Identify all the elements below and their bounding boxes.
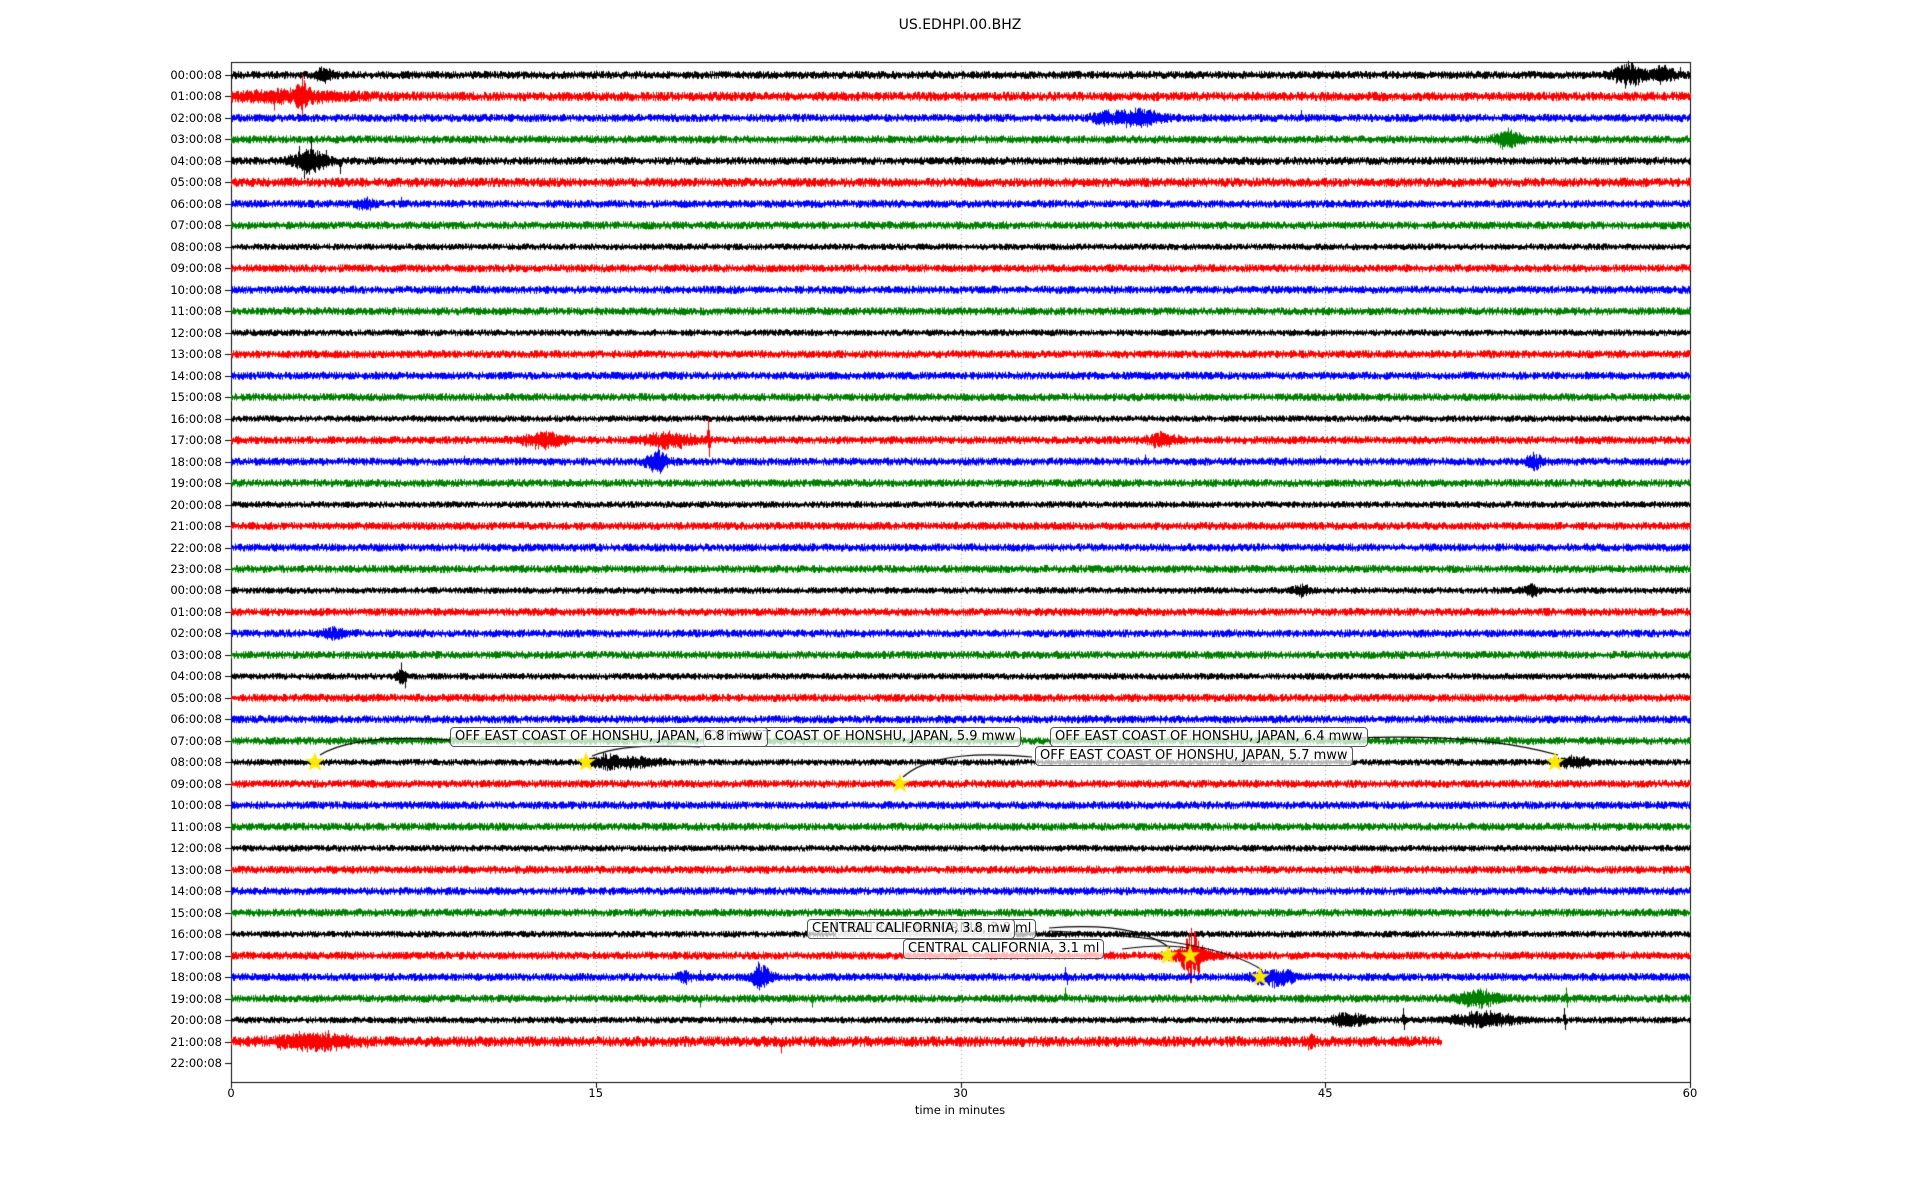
y-tick-label: 08:00:08 — [170, 239, 222, 254]
y-tick-label: 18:00:08 — [170, 454, 222, 469]
y-tick-label: 02:00:08 — [170, 626, 222, 641]
y-tick-label: 00:00:08 — [170, 583, 222, 598]
y-tick-label: 10:00:08 — [170, 798, 222, 813]
y-tick-label: 12:00:08 — [170, 325, 222, 340]
y-tick-label: 20:00:08 — [170, 1013, 222, 1028]
y-tick-label: 02:00:08 — [170, 110, 222, 125]
y-tick-label: 01:00:08 — [170, 604, 222, 619]
event-label: OFF EAST COAST OF HONSHU, JAPAN, 5.7 mww — [1035, 746, 1353, 766]
x-axis-label: time in minutes — [914, 1103, 1006, 1117]
x-tick-label: 15 — [588, 1086, 604, 1100]
y-tick-label: 06:00:08 — [170, 196, 222, 211]
y-tick-label: 13:00:08 — [170, 862, 222, 877]
y-tick-label: 00:00:08 — [170, 68, 222, 82]
y-tick-label: 22:00:08 — [170, 1055, 222, 1070]
y-tick-label: 15:00:08 — [170, 905, 222, 920]
figure: US.EDHPI.00.BHZ time in minutes 00:00:08… — [0, 0, 1920, 1200]
y-tick-label: 04:00:08 — [170, 669, 222, 684]
y-tick-label: 05:00:08 — [170, 175, 222, 190]
y-tick-label: 17:00:08 — [170, 433, 222, 448]
event-label: CENTRAL CALIFORNIA, 3.8 mw — [807, 919, 1016, 939]
y-tick-label: 12:00:08 — [170, 841, 222, 856]
y-tick-label: 19:00:08 — [170, 991, 222, 1006]
y-tick-label: 11:00:08 — [170, 819, 222, 834]
event-label: CENTRAL CALIFORNIA, 3.1 ml — [903, 939, 1105, 959]
chart-title: US.EDHPI.00.BHZ — [898, 17, 1022, 33]
x-tick-label: 0 — [227, 1086, 235, 1100]
y-tick-label: 19:00:08 — [170, 476, 222, 491]
x-tick-label: 45 — [1317, 1086, 1333, 1100]
y-tick-label: 03:00:08 — [170, 647, 222, 662]
seismogram-canvas — [0, 0, 1920, 1200]
y-tick-label: 09:00:08 — [170, 776, 222, 791]
y-tick-label: 05:00:08 — [170, 690, 222, 705]
y-tick-label: 13:00:08 — [170, 347, 222, 362]
event-label: OFF EAST COAST OF HONSHU, JAPAN, 6.8 mww — [450, 727, 768, 747]
y-tick-label: 01:00:08 — [170, 89, 222, 104]
y-tick-label: 08:00:08 — [170, 755, 222, 770]
y-tick-label: 03:00:08 — [170, 132, 222, 147]
y-tick-label: 21:00:08 — [170, 1034, 222, 1049]
y-tick-label: 14:00:08 — [170, 368, 222, 383]
y-tick-label: 07:00:08 — [170, 218, 222, 233]
y-tick-label: 14:00:08 — [170, 884, 222, 899]
y-tick-label: 11:00:08 — [170, 304, 222, 319]
y-tick-label: 23:00:08 — [170, 561, 222, 576]
event-label: OFF EAST COAST OF HONSHU, JAPAN, 6.4 mww — [1050, 727, 1368, 747]
y-tick-label: 10:00:08 — [170, 282, 222, 297]
x-tick-label: 30 — [953, 1086, 968, 1100]
y-tick-label: 04:00:08 — [170, 153, 222, 168]
y-tick-label: 18:00:08 — [170, 970, 222, 985]
y-tick-label: 15:00:08 — [170, 390, 222, 405]
y-tick-label: 17:00:08 — [170, 948, 222, 963]
y-tick-label: 16:00:08 — [170, 411, 222, 426]
y-tick-label: 09:00:08 — [170, 261, 222, 276]
y-tick-label: 06:00:08 — [170, 712, 222, 727]
y-tick-label: 16:00:08 — [170, 927, 222, 942]
y-tick-label: 22:00:08 — [170, 540, 222, 555]
y-tick-label: 20:00:08 — [170, 497, 222, 512]
x-tick-label: 60 — [1682, 1086, 1698, 1100]
y-tick-label: 07:00:08 — [170, 733, 222, 748]
y-tick-label: 21:00:08 — [170, 519, 222, 534]
